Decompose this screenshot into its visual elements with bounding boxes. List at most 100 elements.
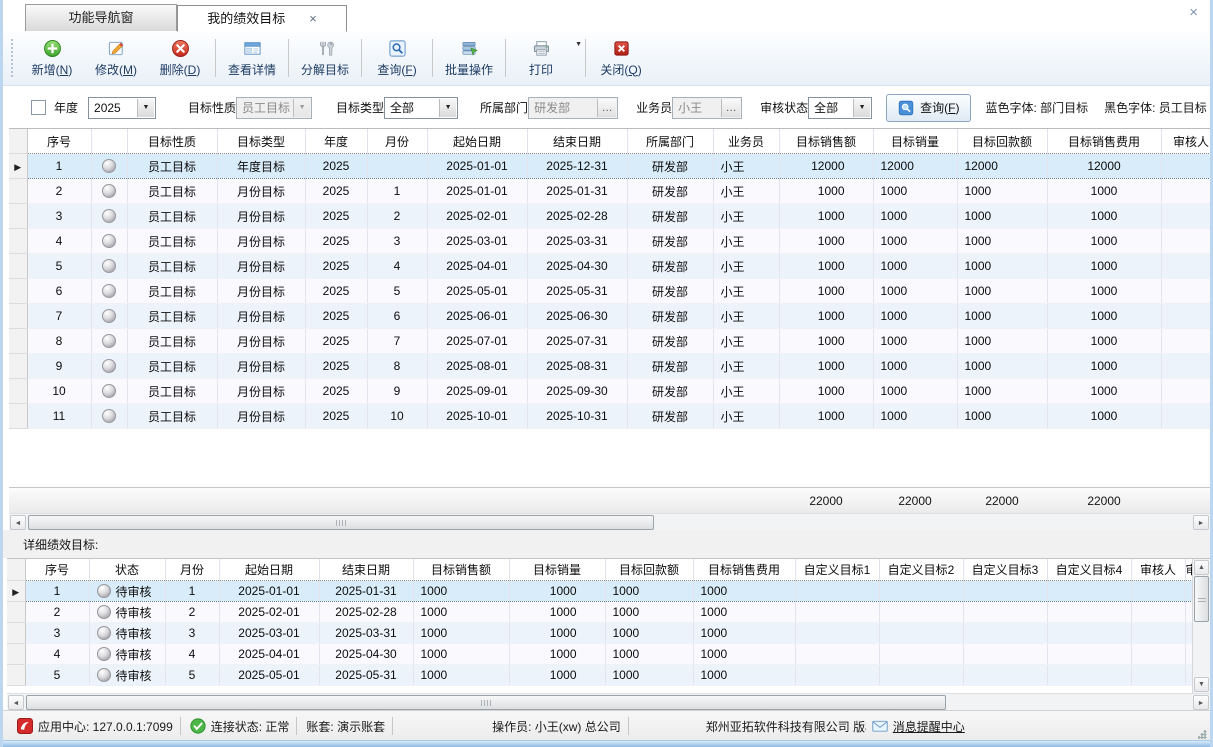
table-row[interactable]: 11员工目标月份目标2025102025-10-012025-10-31研发部小… — [9, 404, 1210, 429]
cell[interactable]: 1000 — [1047, 329, 1161, 354]
cell[interactable]: 员工目标 — [127, 404, 217, 429]
cell[interactable]: 年度目标 — [217, 154, 305, 179]
cell[interactable]: 月份目标 — [217, 279, 305, 304]
cell[interactable]: 1000 — [693, 581, 795, 602]
column-header[interactable]: 目标销售费用 — [693, 559, 795, 581]
window-close-icon[interactable]: × — [1189, 4, 1198, 21]
cell[interactable] — [1161, 404, 1210, 429]
cell[interactable]: 员工目标 — [127, 254, 217, 279]
column-header[interactable]: 结束日期 — [527, 129, 627, 154]
cell[interactable] — [91, 329, 127, 354]
cell[interactable]: 员工目标 — [127, 379, 217, 404]
cell[interactable]: 1000 — [779, 354, 873, 379]
column-header[interactable] — [91, 129, 127, 154]
cell[interactable]: 1000 — [413, 623, 509, 644]
column-header[interactable]: 起始日期 — [219, 559, 319, 581]
cell[interactable]: 5 — [27, 254, 91, 279]
cell[interactable]: 1000 — [957, 304, 1047, 329]
cell[interactable]: 1000 — [413, 602, 509, 623]
statusbar-item[interactable]: 消息提醒中心 — [872, 718, 965, 735]
cell[interactable] — [1047, 665, 1131, 686]
cell[interactable]: 2025 — [305, 329, 367, 354]
cell[interactable]: 2025-12-31 — [527, 154, 627, 179]
cell[interactable]: 2025-07-01 — [427, 329, 527, 354]
cell[interactable]: 10 — [27, 379, 91, 404]
cell[interactable]: 月份目标 — [217, 179, 305, 204]
cell[interactable]: 2025-01-01 — [219, 581, 319, 602]
cell[interactable]: 2025 — [305, 404, 367, 429]
cell[interactable]: 2025-04-30 — [527, 254, 627, 279]
message-center-link[interactable]: 消息提醒中心 — [893, 718, 965, 735]
cell[interactable]: 1000 — [509, 644, 605, 665]
cell[interactable]: 1000 — [509, 602, 605, 623]
cell[interactable]: 3 — [165, 623, 219, 644]
cell[interactable]: 1000 — [873, 404, 957, 429]
cell[interactable]: 3 — [367, 229, 427, 254]
detail-vertical-scrollbar[interactable]: ▲ ▼ — [1192, 559, 1210, 693]
cell[interactable] — [1131, 665, 1185, 686]
cell[interactable]: 2025-10-01 — [427, 404, 527, 429]
table-row[interactable]: 4待审核42025-04-012025-04-30100010001000100… — [7, 644, 1210, 665]
cell[interactable]: 1000 — [779, 229, 873, 254]
cell[interactable]: 月份目标 — [217, 354, 305, 379]
cell[interactable] — [1131, 623, 1185, 644]
cell[interactable]: 1000 — [605, 602, 693, 623]
table-row[interactable]: 8员工目标月份目标202572025-07-012025-07-31研发部小王1… — [9, 329, 1210, 354]
cell[interactable]: 2025 — [305, 379, 367, 404]
cell[interactable]: 员工目标 — [127, 204, 217, 229]
cell[interactable]: 1000 — [413, 665, 509, 686]
cell[interactable]: 1000 — [873, 204, 957, 229]
cell[interactable]: 2025-05-31 — [319, 665, 413, 686]
cell[interactable]: 1000 — [693, 602, 795, 623]
cell[interactable] — [1161, 329, 1210, 354]
table-row[interactable]: ▶1待审核12025-01-012025-01-3110001000100010… — [7, 581, 1210, 602]
cell[interactable]: 2025-05-01 — [427, 279, 527, 304]
column-header[interactable]: 自定义目标2 — [879, 559, 963, 581]
cell[interactable]: 1000 — [779, 329, 873, 354]
detail-horizontal-scrollbar[interactable]: ◄ ► — [7, 693, 1210, 710]
resize-grip[interactable] — [1198, 730, 1207, 739]
cell[interactable]: 1000 — [779, 179, 873, 204]
cell[interactable]: 待审核 — [89, 581, 165, 602]
scrollbar-thumb[interactable] — [26, 695, 946, 710]
cell[interactable]: 待审核 — [89, 623, 165, 644]
cell[interactable] — [1161, 354, 1210, 379]
cell[interactable]: 2025-09-30 — [527, 379, 627, 404]
cell[interactable]: 2025-03-31 — [527, 229, 627, 254]
cell[interactable]: 1000 — [413, 644, 509, 665]
cell[interactable] — [795, 581, 879, 602]
cell[interactable]: 研发部 — [627, 379, 713, 404]
column-header[interactable]: 目标销售额 — [779, 129, 873, 154]
column-header[interactable]: 起始日期 — [427, 129, 527, 154]
cell[interactable] — [795, 623, 879, 644]
cell[interactable]: 1000 — [413, 581, 509, 602]
column-header[interactable]: 年度 — [305, 129, 367, 154]
cell[interactable]: 1000 — [1047, 354, 1161, 379]
cell[interactable]: 2 — [27, 179, 91, 204]
cell[interactable]: 员工目标 — [127, 354, 217, 379]
cell[interactable]: 1000 — [957, 379, 1047, 404]
toolbar-button-search[interactable]: 查询(F) — [365, 31, 429, 85]
cell[interactable]: 月份目标 — [217, 404, 305, 429]
cell[interactable]: 研发部 — [627, 304, 713, 329]
cell[interactable]: 1000 — [957, 254, 1047, 279]
cell[interactable]: 1000 — [873, 229, 957, 254]
cell[interactable]: 员工目标 — [127, 304, 217, 329]
cell[interactable]: 2 — [165, 602, 219, 623]
cell[interactable]: 2025-02-01 — [219, 602, 319, 623]
cell[interactable]: 8 — [27, 329, 91, 354]
cell[interactable]: 员工目标 — [127, 179, 217, 204]
cell[interactable] — [91, 379, 127, 404]
cell[interactable]: 1 — [27, 154, 91, 179]
cell[interactable]: 小王 — [713, 379, 779, 404]
toolbar-button-decompose[interactable]: 分解目标 — [292, 31, 358, 85]
toolbar-button-edit[interactable]: 修改(M) — [84, 31, 148, 85]
cell[interactable]: 1000 — [957, 329, 1047, 354]
cell[interactable]: 1000 — [605, 665, 693, 686]
cell[interactable] — [91, 179, 127, 204]
cell[interactable] — [91, 404, 127, 429]
cell[interactable]: 小王 — [713, 254, 779, 279]
scroll-left-icon[interactable]: ◄ — [10, 515, 26, 530]
column-header[interactable]: 月份 — [165, 559, 219, 581]
cell[interactable] — [963, 644, 1047, 665]
